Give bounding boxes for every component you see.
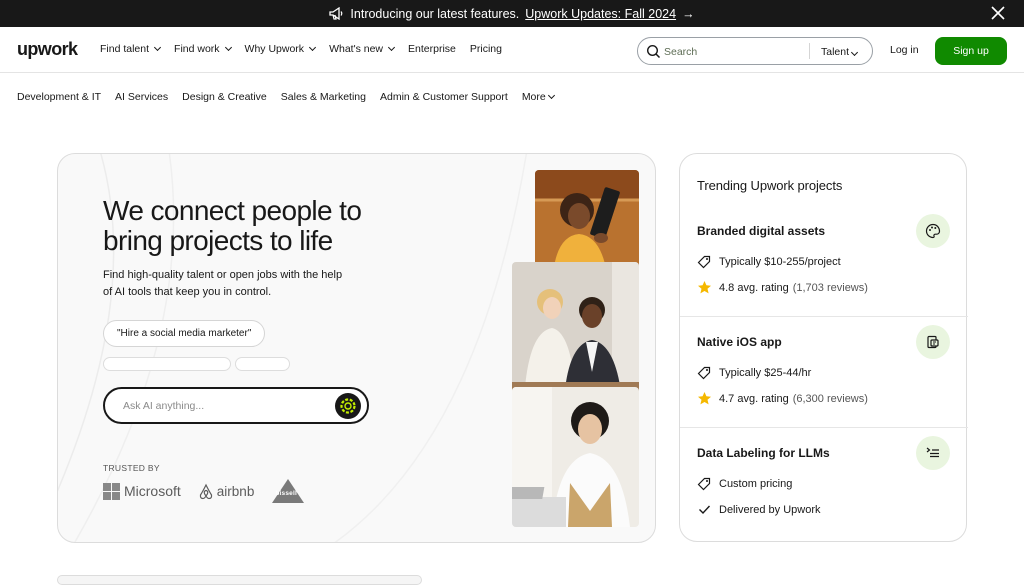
chevron-down-icon (153, 43, 162, 52)
bissell-logo: bissell (271, 478, 305, 504)
search-divider (809, 43, 810, 59)
price-tag-icon (697, 366, 711, 380)
announcement-bar: Introducing our latest features. Upwork … (0, 0, 1024, 27)
announcement-text: Introducing our latest features. (350, 6, 520, 21)
project-card-data-labeling[interactable]: Data Labeling for LLMs Custom pricing De… (680, 427, 968, 537)
star-icon (698, 392, 711, 405)
trusted-brands: Microsoft airbnb bissell (103, 478, 305, 504)
category-more[interactable]: More (522, 91, 555, 103)
price-tag-icon (697, 477, 711, 491)
prompt-suggestion-placeholder[interactable] (235, 357, 290, 371)
project-price-row: Custom pricing (697, 476, 792, 491)
microsoft-logo: Microsoft (103, 482, 181, 500)
microsoft-squares-icon (103, 482, 120, 500)
airbnb-icon (199, 483, 212, 499)
megaphone-icon (329, 7, 343, 20)
project-delivery-row: Delivered by Upwork (697, 502, 820, 517)
project-card-branded-assets[interactable]: Branded digital assets Typically $10-255… (680, 206, 968, 316)
trusted-by-label: TRUSTED BY (103, 463, 160, 473)
chevron-down-icon (387, 43, 396, 52)
palette-icon-badge (916, 214, 950, 248)
project-title[interactable]: Branded digital assets (697, 224, 825, 238)
project-title[interactable]: Data Labeling for LLMs (697, 446, 830, 460)
upwork-logo[interactable]: upwork (17, 39, 78, 60)
prompt-suggestion-chip[interactable]: "Hire a social media marketer" (103, 320, 266, 347)
category-admin-support[interactable]: Admin & Customer Support (380, 91, 508, 103)
hero-subtitle: Find high-quality talent or open jobs wi… (103, 269, 343, 298)
search-box[interactable]: Search Talent (637, 37, 873, 65)
mobile-app-icon-badge (916, 325, 950, 359)
site-header: upwork Find talent Find work Why Upwork … (0, 27, 1024, 73)
text-list-icon (926, 447, 939, 458)
category-ai-services[interactable]: AI Services (115, 91, 168, 103)
close-icon[interactable] (990, 5, 1006, 21)
chevron-down-icon (309, 43, 317, 52)
project-price-row: Typically $10-255/project (697, 254, 841, 269)
nav-find-work[interactable]: Find work (174, 43, 232, 55)
nav-find-talent[interactable]: Find talent (100, 43, 162, 55)
project-rating-row: 4.8 avg. rating (1,703 reviews) (697, 280, 868, 295)
search-category-select[interactable]: Talent (821, 46, 859, 58)
announcement-link[interactable]: Upwork Updates: Fall 2024 (525, 7, 676, 21)
chevron-down-icon (547, 91, 555, 100)
category-sales-marketing[interactable]: Sales & Marketing (281, 91, 366, 103)
prompt-suggestion-placeholder[interactable] (103, 357, 231, 371)
main-nav: Find talent Find work Why Upwork What's … (100, 43, 502, 55)
hero-title: We connect people to bring projects to l… (103, 195, 362, 256)
trending-projects-card: Trending Upwork projects Branded digital… (679, 153, 968, 542)
photo-woman-laptop (512, 387, 639, 527)
project-card-ios-app[interactable]: Native iOS app Typically $25-44/hr 4.7 a… (680, 316, 968, 427)
login-link[interactable]: Log in (890, 44, 919, 56)
palette-icon (925, 223, 941, 239)
signup-button[interactable]: Sign up (935, 37, 1007, 65)
text-list-icon-badge (916, 436, 950, 470)
chevron-down-icon (850, 48, 859, 57)
category-nav: Development & IT AI Services Design & Cr… (17, 91, 555, 103)
price-tag-icon (697, 255, 711, 269)
photo-woman-tablet (535, 170, 639, 274)
next-section-card (57, 575, 422, 585)
project-title[interactable]: Native iOS app (697, 335, 782, 349)
photo-meeting (512, 262, 639, 400)
nav-pricing[interactable]: Pricing (470, 43, 502, 55)
ai-submit-button[interactable] (335, 393, 361, 419)
category-design-creative[interactable]: Design & Creative (182, 91, 267, 103)
search-input[interactable]: Search (664, 46, 697, 58)
nav-whats-new[interactable]: What's new (329, 43, 396, 55)
arrow-right-icon: → (682, 6, 695, 21)
nav-why-upwork[interactable]: Why Upwork (245, 43, 317, 55)
ask-ai-placeholder: Ask AI anything... (123, 400, 205, 412)
project-rating-row: 4.7 avg. rating (6,300 reviews) (697, 391, 868, 406)
search-icon (646, 44, 661, 59)
chevron-down-icon (224, 43, 232, 52)
mobile-app-icon (927, 335, 939, 349)
trending-title: Trending Upwork projects (697, 178, 843, 193)
star-icon (698, 281, 711, 294)
ai-sparkle-icon (340, 398, 356, 414)
category-development-it[interactable]: Development & IT (17, 91, 101, 103)
ask-ai-input[interactable]: Ask AI anything... (103, 387, 369, 424)
checkmark-icon (699, 505, 711, 515)
project-price-row: Typically $25-44/hr (697, 365, 811, 380)
nav-enterprise[interactable]: Enterprise (408, 43, 456, 55)
airbnb-logo: airbnb (198, 483, 254, 500)
hero-card: We connect people to bring projects to l… (57, 153, 656, 543)
